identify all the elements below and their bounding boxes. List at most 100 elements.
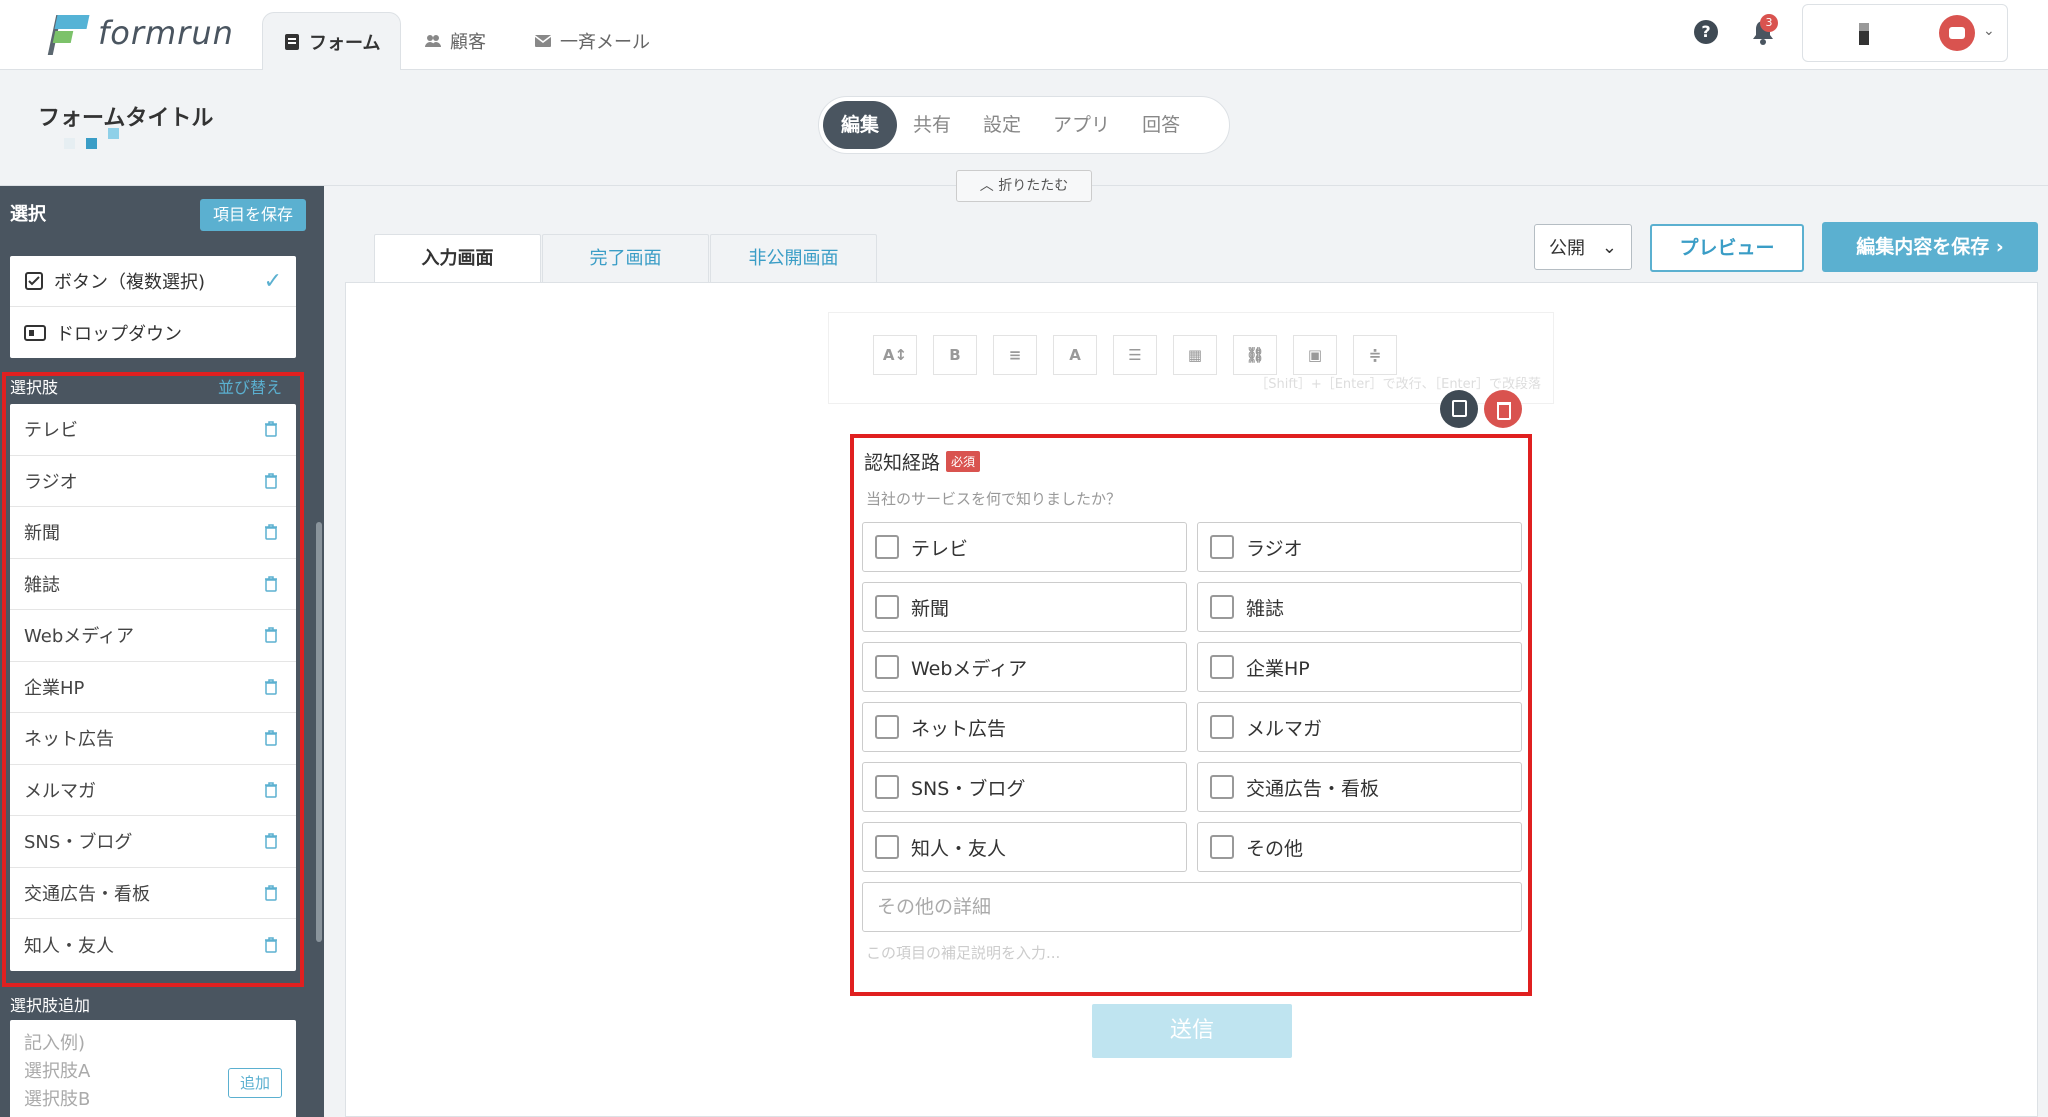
checkbox[interactable] (875, 655, 899, 679)
question-description[interactable]: 当社のサービスを何で知りましたか？ (866, 488, 1121, 509)
option-label: ラジオ (1246, 537, 1303, 560)
add-choice-button[interactable]: 追加 (228, 1068, 282, 1098)
chevron-right-icon: › (1989, 236, 2004, 258)
required-badge: 必須 (946, 451, 981, 472)
sidebar-scrollbar[interactable] (316, 522, 322, 942)
tab-responses[interactable]: 回答 (1126, 101, 1196, 149)
brand-name: formrun (98, 14, 234, 52)
save-changes-button[interactable]: 編集内容を保存 › (1822, 222, 2038, 272)
checkbox[interactable] (1210, 775, 1234, 799)
top-bar: formrun フォーム 顧客 一斉メール ? 3 ⌄ (0, 0, 2048, 70)
align-icon[interactable]: ☰ (1113, 335, 1157, 375)
form-title[interactable]: フォームタイトル (38, 100, 213, 132)
add-choices-placeholder: 記入例) 選択肢A 選択肢B (24, 1033, 91, 1110)
checkbox[interactable] (1210, 535, 1234, 559)
tab-edit[interactable]: 編集 (823, 101, 898, 149)
option-label: 新聞 (911, 597, 950, 620)
form-header: フォームタイトル 編集 共有 設定 アプリ 回答 ︿ 折りたたむ (0, 70, 2048, 202)
nav-tab-bulk-mail[interactable]: 一斉メール (514, 12, 670, 70)
tab-input-screen[interactable]: 入力画面 (374, 234, 541, 282)
checkbox[interactable] (1210, 835, 1234, 859)
checkbox[interactable] (875, 775, 899, 799)
workspace-icon (1859, 23, 1869, 45)
text-color-icon[interactable]: A (1053, 335, 1097, 375)
option-checkbox[interactable]: 交通広告・看板 (1197, 762, 1522, 812)
mode-tabs: 編集 共有 設定 アプリ 回答 (818, 96, 1230, 154)
dropdown-icon (24, 324, 46, 341)
field-type-label: ボタン（複数選択) (54, 272, 206, 293)
save-field-button[interactable]: 項目を保存 (200, 199, 306, 231)
preview-button[interactable]: プレビュー (1650, 224, 1804, 272)
notification-badge: 3 (1760, 14, 1778, 32)
question-title[interactable]: 認知経路 (864, 448, 940, 475)
add-choices-input[interactable]: 記入例) 選択肢A 選択肢B 追加 (10, 1020, 296, 1117)
collapse-button[interactable]: ︿ 折りたたむ (956, 170, 1092, 202)
tab-complete-screen[interactable]: 完了画面 (542, 234, 709, 282)
field-type-dropdown[interactable]: ドロップダウン (10, 307, 296, 358)
option-checkbox[interactable]: ラジオ (1197, 522, 1522, 572)
nav-tab-form[interactable]: フォーム (262, 12, 402, 70)
tab-share[interactable]: 共有 (897, 101, 967, 149)
checkbox[interactable] (875, 595, 899, 619)
collapse-label: 折りたたむ (998, 178, 1069, 194)
rich-text-toolbar: A↕ B ≡ A ☰ ▦ ⛓ ▣ ≑ ［Shift］+［Enter］で改行、［E… (828, 312, 1554, 404)
logo-mark-icon (47, 11, 90, 55)
option-checkbox[interactable]: ネット広告 (862, 702, 1187, 752)
option-label: 交通広告・看板 (1246, 777, 1380, 800)
help-icon[interactable]: ? (1694, 20, 1718, 44)
option-checkbox[interactable]: 企業HP (1197, 642, 1522, 692)
option-label: Webメディア (911, 657, 1028, 680)
copy-field-icon[interactable] (1440, 390, 1478, 428)
submit-button[interactable]: 送信 (1092, 1004, 1292, 1058)
check-icon: ✓ (263, 268, 282, 294)
checkbox[interactable] (875, 715, 899, 739)
option-checkbox[interactable]: その他 (1197, 822, 1522, 872)
field-type-checkbox[interactable]: ボタン（複数選択) ✓ (10, 256, 296, 307)
delete-field-icon[interactable] (1484, 390, 1522, 428)
option-checkbox[interactable]: SNS・ブログ (862, 762, 1187, 812)
other-details-input[interactable]: その他の詳細 (862, 882, 1522, 932)
add-choices-label: 選択肢追加 (10, 996, 91, 1015)
publish-status-select[interactable]: 公開 ⌄ (1534, 224, 1632, 270)
tab-apps[interactable]: アプリ (1037, 101, 1126, 149)
list-icon[interactable]: ≡ (993, 335, 1037, 375)
link-icon[interactable]: ⛓ (1233, 335, 1277, 375)
option-label: 知人・友人 (911, 837, 1007, 860)
checkbox[interactable] (875, 535, 899, 559)
option-label: メルマガ (1246, 717, 1323, 740)
font-size-icon[interactable]: A↕ (873, 335, 917, 375)
field-type-label: ドロップダウン (56, 323, 182, 345)
option-label: 雑誌 (1246, 597, 1285, 620)
option-label: テレビ (911, 537, 969, 560)
publish-status-value: 公開 (1549, 238, 1585, 259)
checkbox[interactable] (1210, 715, 1234, 739)
divider-icon[interactable]: ≑ (1353, 335, 1397, 375)
brand-logo[interactable]: formrun (47, 10, 234, 56)
image-icon[interactable]: ▣ (1293, 335, 1337, 375)
chevron-up-icon: ︿ (979, 178, 999, 194)
tab-settings[interactable]: 設定 (967, 101, 1037, 149)
option-checkbox[interactable]: 知人・友人 (862, 822, 1187, 872)
avatar (1939, 15, 1975, 51)
option-checkbox[interactable]: 新聞 (862, 582, 1187, 632)
option-label: SNS・ブログ (911, 777, 1026, 800)
option-checkbox[interactable]: メルマガ (1197, 702, 1522, 752)
help-text-input[interactable]: この項目の補足説明を入力... (866, 942, 1060, 963)
checkbox[interactable] (875, 835, 899, 859)
nav-tab-customers[interactable]: 顧客 (404, 12, 506, 70)
option-checkbox[interactable]: 雑誌 (1197, 582, 1522, 632)
sidebar-title: 選択 (10, 204, 46, 225)
bold-icon[interactable]: B (933, 335, 977, 375)
option-label: その他 (1246, 837, 1304, 860)
question-field[interactable]: 認知経路 必須 当社のサービスを何で知りましたか？ テレビ ラジオ 新聞 雑誌 … (850, 434, 1532, 996)
table-icon[interactable]: ▦ (1173, 335, 1217, 375)
screen-tabs: 入力画面 完了画面 非公開画面 (374, 234, 878, 282)
checkbox[interactable] (1210, 655, 1234, 679)
checkbox[interactable] (1210, 595, 1234, 619)
checkbox-icon (25, 272, 43, 290)
highlight-box-choices (2, 372, 304, 987)
option-checkbox[interactable]: テレビ (862, 522, 1187, 572)
tab-closed-screen[interactable]: 非公開画面 (710, 234, 877, 282)
option-checkbox[interactable]: Webメディア (862, 642, 1187, 692)
account-menu[interactable]: ⌄ (1802, 4, 2008, 62)
